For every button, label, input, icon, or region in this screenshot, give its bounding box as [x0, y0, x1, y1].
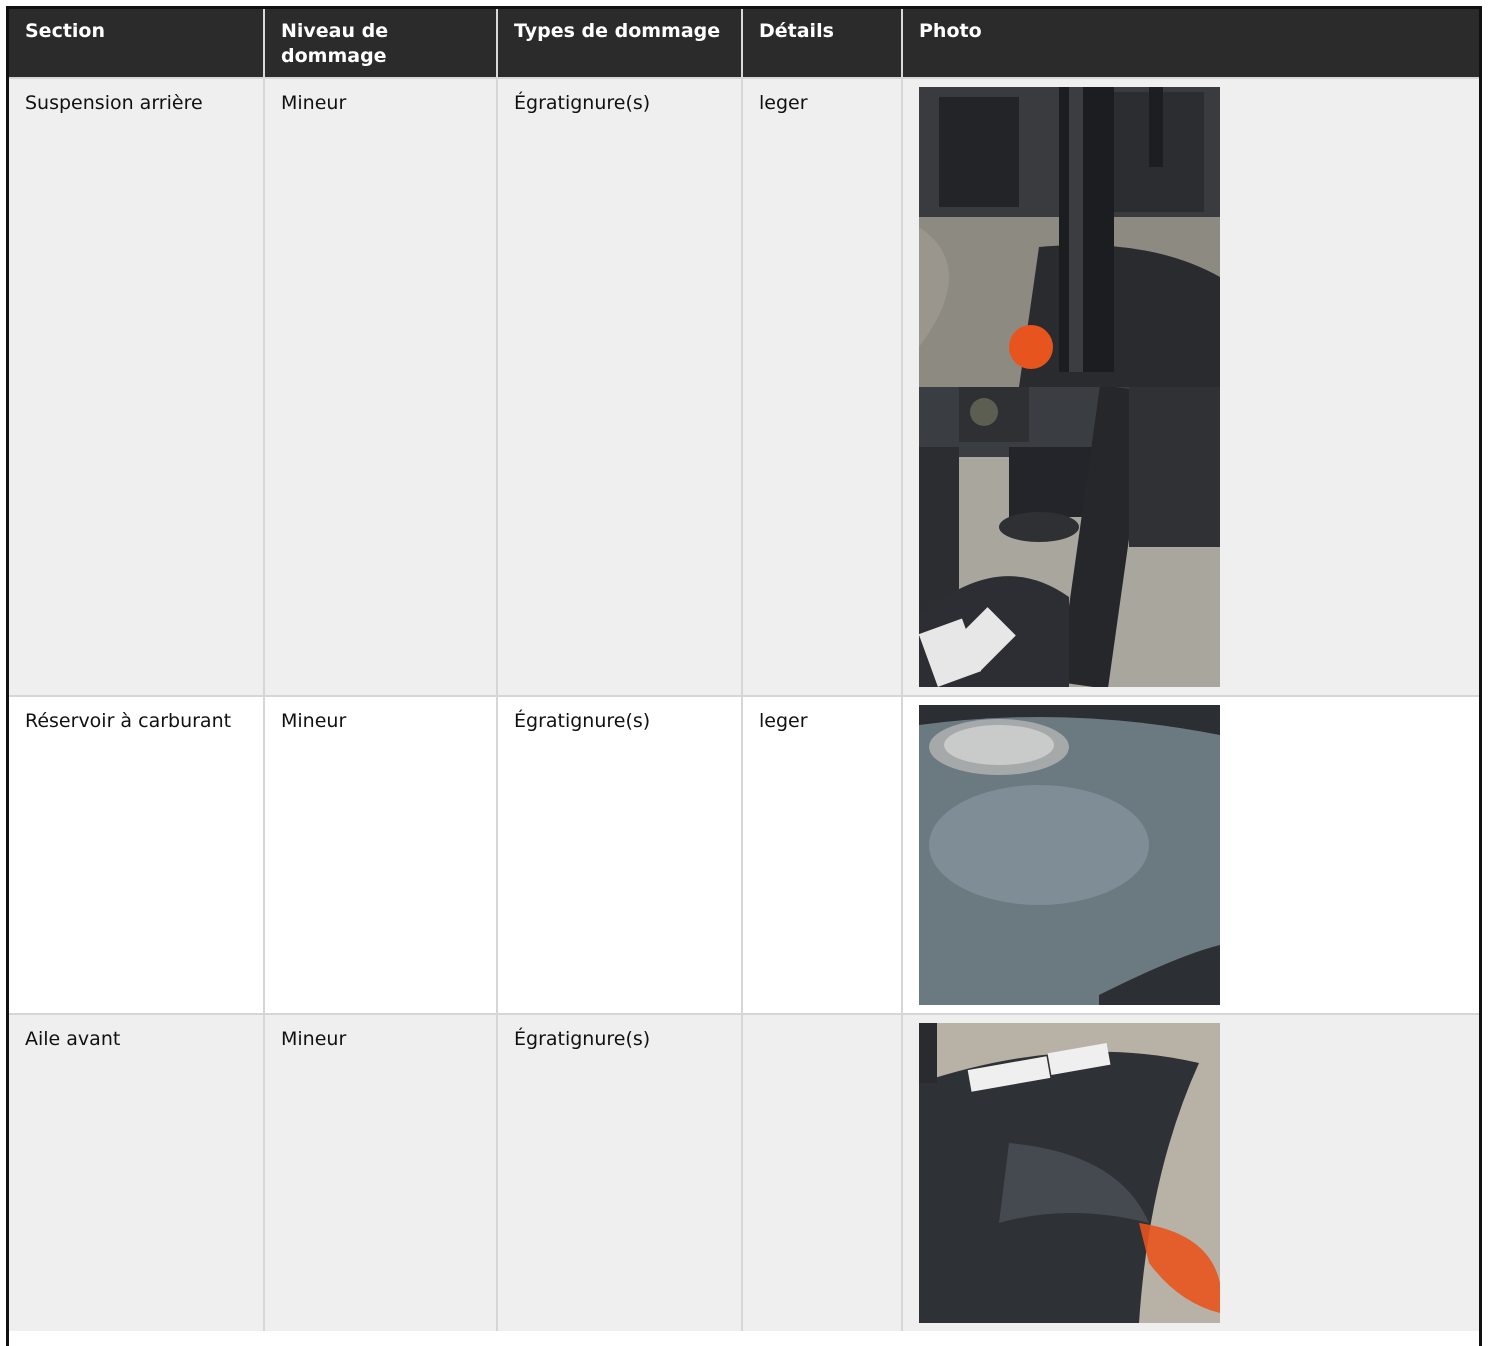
fork-photo-1[interactable] — [919, 87, 1220, 387]
damage-report-frame: Section Niveau de dommage Types de domma… — [6, 6, 1482, 1346]
cell-photo — [902, 77, 1479, 696]
cell-details: leger — [742, 695, 903, 1014]
fender-photo[interactable] — [919, 1023, 1220, 1323]
cell-photo — [902, 695, 1479, 1014]
tank-photo[interactable] — [919, 705, 1220, 1005]
cell-section: Aile avant — [9, 1013, 265, 1331]
damage-table: Section Niveau de dommage Types de domma… — [9, 9, 1479, 1331]
cell-section: Réservoir à carburant — [9, 695, 265, 1014]
cell-section: Suspension arrière — [9, 77, 265, 696]
cell-niveau: Mineur — [264, 77, 498, 696]
table-row: Suspension arrière Mineur Égratignure(s)… — [9, 77, 1479, 696]
cell-types: Égratignure(s) — [497, 1013, 743, 1331]
header-section: Section — [9, 9, 265, 78]
header-details: Détails — [742, 9, 903, 78]
cell-niveau: Mineur — [264, 1013, 498, 1331]
cell-niveau: Mineur — [264, 695, 498, 1014]
cell-types: Égratignure(s) — [497, 77, 743, 696]
header-photo: Photo — [902, 9, 1479, 78]
table-header-row: Section Niveau de dommage Types de domma… — [9, 9, 1479, 78]
cell-photo — [902, 1013, 1479, 1331]
header-types: Types de dommage — [497, 9, 743, 78]
table-row: Aile avant Mineur Égratignure(s) — [9, 1013, 1479, 1331]
table-row: Réservoir à carburant Mineur Égratignure… — [9, 695, 1479, 1014]
cell-types: Égratignure(s) — [497, 695, 743, 1014]
cell-details: leger — [742, 77, 903, 696]
header-niveau: Niveau de dommage — [264, 9, 498, 78]
cell-details — [742, 1013, 903, 1331]
fork-photo-2[interactable] — [919, 387, 1220, 687]
